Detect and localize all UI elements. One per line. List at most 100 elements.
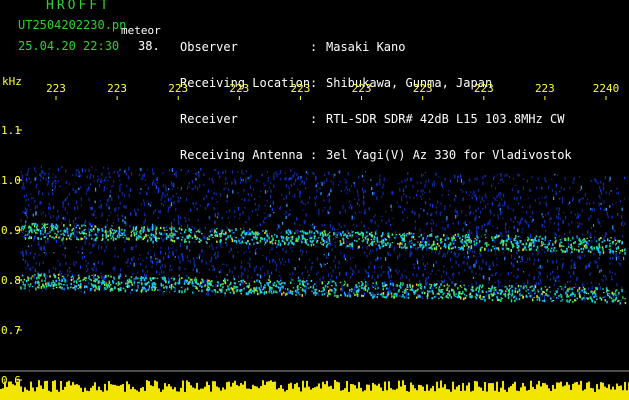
noise-pixel: [28, 167, 30, 171]
echo-pixel: [288, 241, 290, 245]
echo-pixel: [447, 296, 449, 299]
echo-pixel: [621, 290, 623, 293]
echo-pixel: [84, 225, 87, 227]
noise-pixel: [568, 222, 570, 226]
noise-pixel: [534, 258, 536, 262]
noise-pixel: [598, 221, 601, 225]
echo-pixel: [57, 277, 60, 279]
noise-pixel: [579, 189, 581, 191]
echo-pixel: [463, 293, 466, 296]
echo-pixel: [95, 234, 98, 236]
echo-pixel: [114, 286, 116, 289]
noise-pixel: [379, 179, 381, 184]
echo-pixel: [81, 231, 83, 234]
noise-pixel: [492, 260, 494, 265]
echo-pixel: [550, 249, 552, 253]
echo-pixel: [274, 234, 276, 236]
noise-pixel: [86, 175, 88, 179]
noise-pixel: [510, 208, 512, 210]
noise-pixel: [617, 191, 619, 195]
echo-pixel: [615, 298, 617, 301]
noise-pixel: [600, 191, 602, 196]
noise-pixel: [48, 172, 50, 176]
noise-pixel: [323, 180, 325, 185]
noise-pixel: [172, 275, 174, 277]
echo-pixel: [198, 241, 200, 243]
noise-pixel: [547, 240, 549, 243]
echo-pixel: [51, 228, 54, 231]
amplitude-bar: [4, 381, 6, 400]
noise-pixel: [138, 173, 141, 176]
noise-pixel: [347, 172, 349, 176]
echo-pixel: [535, 235, 538, 238]
noise-pixel: [497, 279, 499, 283]
echo-pixel: [510, 299, 513, 303]
echo-pixel: [469, 292, 472, 295]
echo-pixel: [41, 223, 44, 225]
noise-pixel: [53, 205, 55, 210]
echo-pixel: [611, 291, 614, 295]
echo-pixel: [614, 244, 617, 246]
noise-pixel: [417, 266, 420, 270]
noise-pixel: [338, 184, 340, 186]
echo-pixel: [404, 244, 406, 248]
noise-pixel: [517, 173, 519, 176]
noise-pixel: [77, 251, 79, 254]
echo-pixel: [173, 287, 176, 289]
echo-pixel: [70, 282, 72, 286]
noise-pixel: [451, 265, 453, 269]
noise-pixel: [571, 221, 573, 224]
echo-pixel: [207, 284, 209, 287]
echo-pixel: [549, 291, 551, 293]
noise-pixel: [586, 201, 588, 205]
noise-pixel: [333, 291, 335, 295]
noise-pixel: [315, 176, 317, 181]
noise-pixel: [113, 180, 115, 184]
echo-pixel: [229, 234, 232, 238]
noise-pixel: [563, 258, 565, 260]
noise-pixel: [199, 272, 201, 274]
echo-pixel: [602, 288, 604, 290]
amplitude-bar: [158, 388, 160, 400]
echo-pixel: [28, 230, 30, 234]
amplitude-bar: [34, 391, 36, 400]
noise-pixel: [469, 205, 471, 209]
noise-pixel: [332, 238, 334, 240]
noise-pixel: [560, 258, 562, 260]
echo-pixel: [121, 234, 124, 236]
noise-pixel: [516, 250, 518, 252]
noise-pixel: [99, 281, 101, 284]
noise-pixel: [258, 195, 261, 198]
noise-pixel: [280, 231, 282, 234]
echo-pixel: [281, 239, 284, 243]
noise-pixel: [184, 268, 186, 271]
echo-pixel: [609, 242, 611, 244]
noise-pixel: [363, 202, 366, 204]
echo-pixel: [515, 242, 517, 244]
noise-pixel: [554, 290, 556, 292]
noise-pixel: [391, 208, 393, 212]
noise-pixel: [437, 200, 439, 204]
echo-pixel: [433, 284, 436, 287]
echo-pixel: [374, 288, 377, 290]
amplitude-bar: [36, 387, 38, 400]
echo-pixel: [461, 246, 463, 249]
echo-pixel: [194, 285, 196, 288]
noise-pixel: [545, 213, 547, 216]
echo-pixel: [215, 231, 218, 234]
noise-pixel: [346, 259, 348, 262]
echo-pixel: [618, 291, 620, 295]
noise-pixel: [251, 194, 253, 197]
noise-pixel: [147, 186, 149, 191]
echo-pixel: [403, 237, 405, 241]
echo-pixel: [293, 242, 295, 246]
echo-pixel: [420, 287, 423, 290]
noise-pixel: [561, 237, 563, 241]
noise-pixel: [545, 180, 547, 183]
echo-pixel: [561, 298, 564, 301]
echo-pixel: [598, 237, 601, 241]
noise-pixel: [234, 235, 236, 238]
echo-pixel: [340, 243, 342, 246]
echo-pixel: [93, 279, 95, 282]
echo-pixel: [339, 281, 342, 284]
